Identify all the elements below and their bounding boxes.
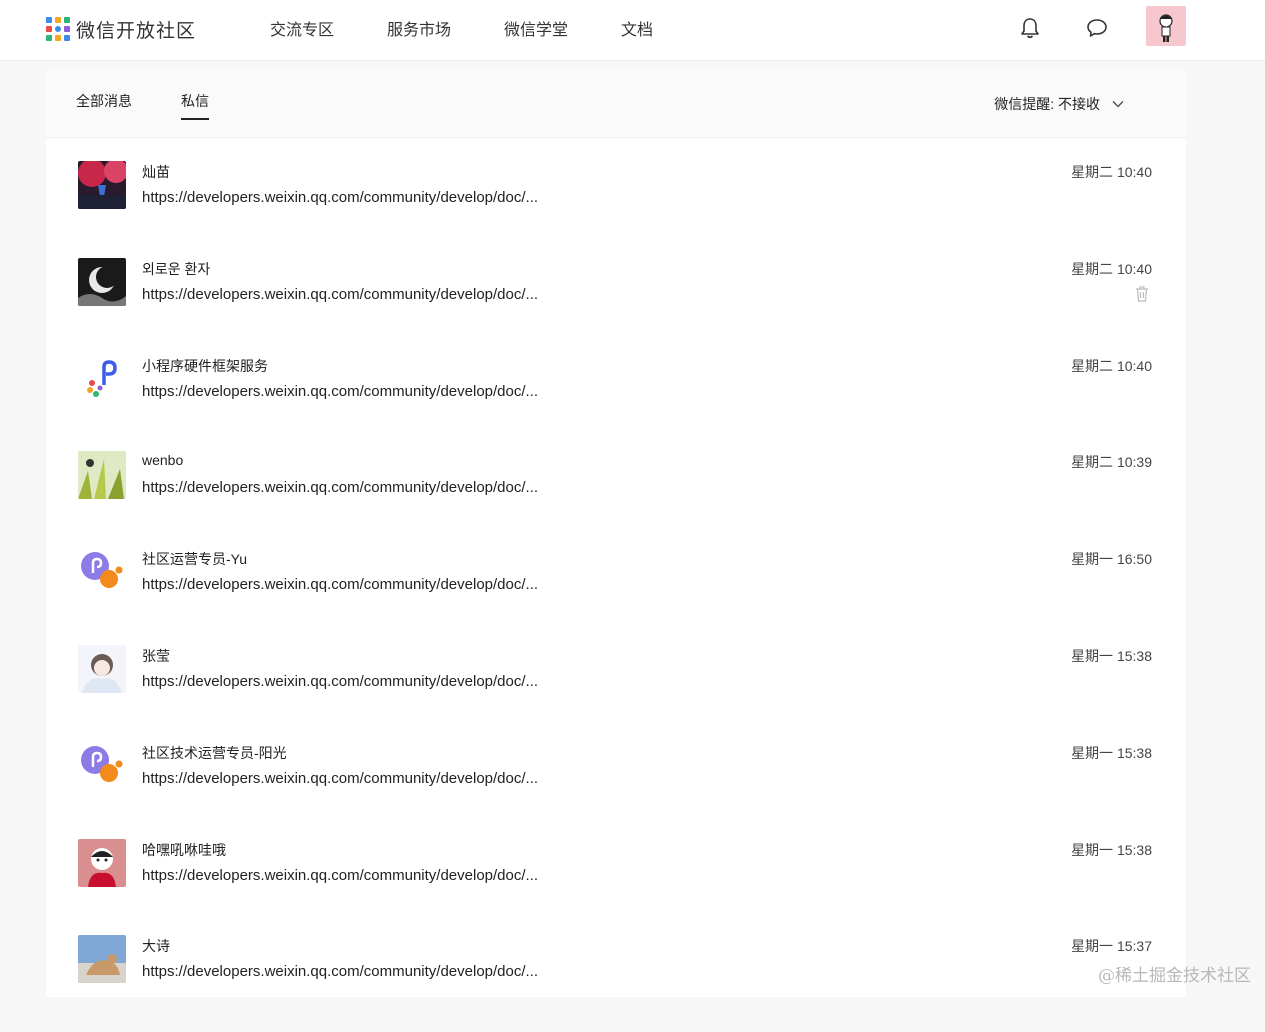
message-time: 星期二 10:40 [1071,261,1152,277]
top-bar: 微信开放社区 交流专区 服务市场 微信学堂 文档 [0,0,1265,61]
message-preview: https://developers.weixin.qq.com/communi… [142,963,539,980]
message-preview: https://developers.weixin.qq.com/communi… [142,673,539,690]
message-row[interactable]: 社区技术运营专员-阳光 https://developers.weixin.qq… [46,742,1186,839]
message-preview: https://developers.weixin.qq.com/communi… [142,576,539,593]
logo-icon [46,17,70,41]
message-preview: https://developers.weixin.qq.com/communi… [142,189,539,206]
messages-panel: 全部消息 私信 微信提醒: 不接收 灿苗 https://developers.… [46,67,1186,997]
logo-text: 微信开放社区 [76,20,197,42]
sender-name: wenbo [142,452,184,468]
chevron-down-icon [1112,101,1124,108]
avatar[interactable] [78,451,126,499]
message-row[interactable]: wenbo https://developers.weixin.qq.com/c… [46,451,1186,548]
message-time: 星期二 10:39 [1071,454,1152,470]
user-avatar[interactable] [1146,6,1186,46]
message-time: 星期一 15:38 [1071,648,1152,664]
avatar[interactable] [78,258,126,306]
message-row[interactable]: 大诗 https://developers.weixin.qq.com/comm… [46,935,1186,1032]
tab-private-messages[interactable]: 私信 [181,91,209,120]
message-preview: https://developers.weixin.qq.com/communi… [142,383,539,400]
avatar[interactable] [78,839,126,887]
message-time: 星期一 15:38 [1071,745,1152,761]
sender-name: 小程序硬件框架服务 [142,358,268,374]
message-preview: https://developers.weixin.qq.com/communi… [142,286,539,303]
main-nav: 交流专区 服务市场 微信学堂 文档 [270,0,706,56]
wechat-reminder-label: 微信提醒: 不接收 [994,96,1100,112]
message-row[interactable]: 哈嘿吼咻哇哦 https://developers.weixin.qq.com/… [46,839,1186,936]
message-row[interactable]: 灿苗 https://developers.weixin.qq.com/comm… [46,161,1186,258]
site-logo[interactable]: 微信开放社区 [46,15,196,43]
sender-name: 灿苗 [142,164,170,180]
message-preview: https://developers.weixin.qq.com/communi… [142,479,539,496]
sender-name: 大诗 [142,938,170,954]
message-row[interactable]: 张莹 https://developers.weixin.qq.com/comm… [46,645,1186,742]
avatar[interactable] [78,935,126,983]
avatar[interactable] [78,645,126,693]
sender-name: 외로운 환자 [142,261,211,277]
sender-name: 哈嘿吼咻哇哦 [142,842,226,858]
sender-name: 社区技术运营专员-阳光 [142,745,287,761]
wechat-reminder-dropdown[interactable]: 微信提醒: 不接收 [994,94,1124,114]
watermark: @稀土掘金技术社区 [1098,966,1251,986]
nav-item-community[interactable]: 交流专区 [270,16,334,40]
message-row[interactable]: 社区运营专员-Yu https://developers.weixin.qq.c… [46,548,1186,645]
nav-item-docs[interactable]: 文档 [621,16,653,40]
message-time: 星期二 10:40 [1071,164,1152,180]
sender-name: 张莹 [142,648,170,664]
nav-item-academy[interactable]: 微信学堂 [504,16,568,40]
message-time: 星期二 10:40 [1071,358,1152,374]
sender-name: 社区运营专员-Yu [142,551,248,567]
message-preview: https://developers.weixin.qq.com/communi… [142,867,539,884]
bell-icon[interactable] [1016,14,1044,42]
nav-item-services[interactable]: 服务市场 [387,16,451,40]
message-time: 星期一 15:37 [1071,938,1152,954]
message-time: 星期一 15:38 [1071,842,1152,858]
avatar[interactable] [78,355,126,403]
tabs-bar: 全部消息 私信 微信提醒: 不接收 [46,67,1186,138]
tab-all-messages[interactable]: 全部消息 [76,91,132,111]
message-row[interactable]: 小程序硬件框架服务 https://developers.weixin.qq.c… [46,355,1186,452]
avatar[interactable] [78,161,126,209]
message-time: 星期一 16:50 [1071,551,1152,567]
chat-bubble-icon[interactable] [1083,14,1111,42]
avatar[interactable] [78,742,126,790]
message-preview: https://developers.weixin.qq.com/communi… [142,770,539,787]
trash-icon[interactable] [1134,285,1150,303]
avatar[interactable] [78,548,126,596]
message-row[interactable]: 외로운 환자 https://developers.weixin.qq.com/… [46,258,1186,355]
